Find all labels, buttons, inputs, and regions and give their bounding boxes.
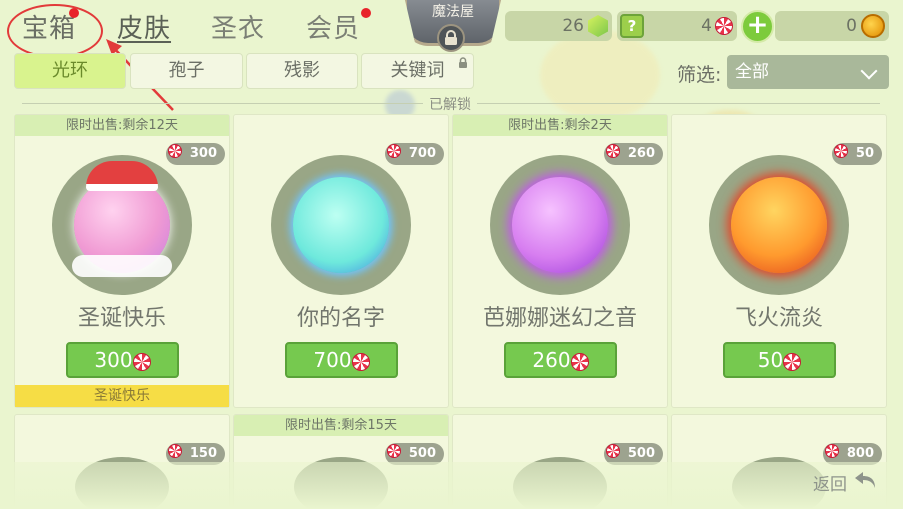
price-tag: 300 [165, 143, 225, 165]
sale-banner: 限时出售:剩余2天 [453, 115, 667, 136]
lollipop-icon [167, 144, 182, 158]
subtab-afterimage[interactable]: 残影 [246, 53, 358, 89]
bottom-fade [0, 462, 903, 509]
coin-balance: 0 [775, 11, 889, 41]
gem-balance: 26 [505, 11, 612, 41]
item-preview [490, 155, 630, 295]
price-tag: 260 [603, 143, 663, 165]
item-preview [52, 155, 192, 295]
lollipop-icon [386, 444, 401, 458]
sale-banner: 限时出售:剩余12天 [15, 115, 229, 136]
item-card[interactable]: 700 你的名字 700 [233, 114, 449, 408]
lollipop-icon [605, 444, 620, 458]
back-button[interactable]: 返回 [813, 470, 847, 495]
subtab-aura[interactable]: 光环 [14, 53, 126, 89]
sale-banner: 限时出售:剩余15天 [234, 415, 448, 436]
filter-value: 全部 [735, 62, 769, 82]
item-card[interactable]: 50 飞火流炎 50 [671, 114, 887, 408]
background-decoration [540, 30, 660, 120]
annotation-circle [7, 4, 103, 58]
lollipop-icon [833, 144, 848, 158]
buy-button[interactable]: 50 [723, 342, 836, 378]
buy-button[interactable]: 700 [285, 342, 398, 378]
event-banner: 圣诞快乐 [15, 385, 229, 407]
lock-icon [437, 24, 465, 52]
price-tag: 50 [831, 143, 882, 165]
item-preview [271, 155, 411, 295]
section-label: 已解锁 [423, 94, 477, 114]
gem-count: 26 [562, 16, 584, 36]
buy-button[interactable]: 300 [66, 342, 179, 378]
item-name: 芭娜娜迷幻之音 [482, 306, 637, 331]
coin-icon [861, 14, 885, 38]
item-name: 圣诞快乐 [77, 306, 166, 331]
item-preview [709, 155, 849, 295]
magic-house-label: 魔法屋 [432, 4, 474, 20]
tab-holy-garment[interactable]: 圣衣 [211, 8, 265, 45]
buy-button[interactable]: 260 [504, 342, 617, 378]
tab-membership[interactable]: 会员 [306, 8, 360, 45]
subtab-spore[interactable]: 孢子 [130, 53, 243, 89]
back-arrow-icon [855, 472, 875, 488]
lollipop-icon [824, 444, 839, 458]
notification-dot [361, 8, 371, 18]
question-icon: ? [620, 14, 644, 38]
lollipop-icon [715, 17, 733, 35]
lollipop-icon [570, 352, 589, 371]
lollipop-icon [605, 144, 620, 158]
item-name: 你的名字 [296, 306, 385, 331]
lollipop-icon [783, 352, 802, 371]
lollipop-icon [386, 144, 401, 158]
price-tag: 700 [384, 143, 444, 165]
filter-label: 筛选: [677, 64, 722, 86]
item-name: 飞火流炎 [734, 306, 823, 331]
lollipop-count: 4 [701, 16, 712, 36]
item-card[interactable]: 限时出售:剩余12天 300 圣诞快乐 300 圣诞快乐 [14, 114, 230, 408]
lollipop-icon [132, 352, 151, 371]
lock-icon [459, 57, 467, 68]
lollipop-icon [167, 444, 182, 458]
gem-icon [588, 15, 608, 37]
item-card[interactable]: 限时出售:剩余2天 260 芭娜娜迷幻之音 260 [452, 114, 668, 408]
filter-select[interactable]: 全部 [727, 55, 889, 89]
chevron-down-icon [860, 62, 878, 80]
coin-count: 0 [846, 16, 857, 36]
lollipop-icon [351, 352, 370, 371]
add-currency-button[interactable]: + [741, 10, 774, 43]
